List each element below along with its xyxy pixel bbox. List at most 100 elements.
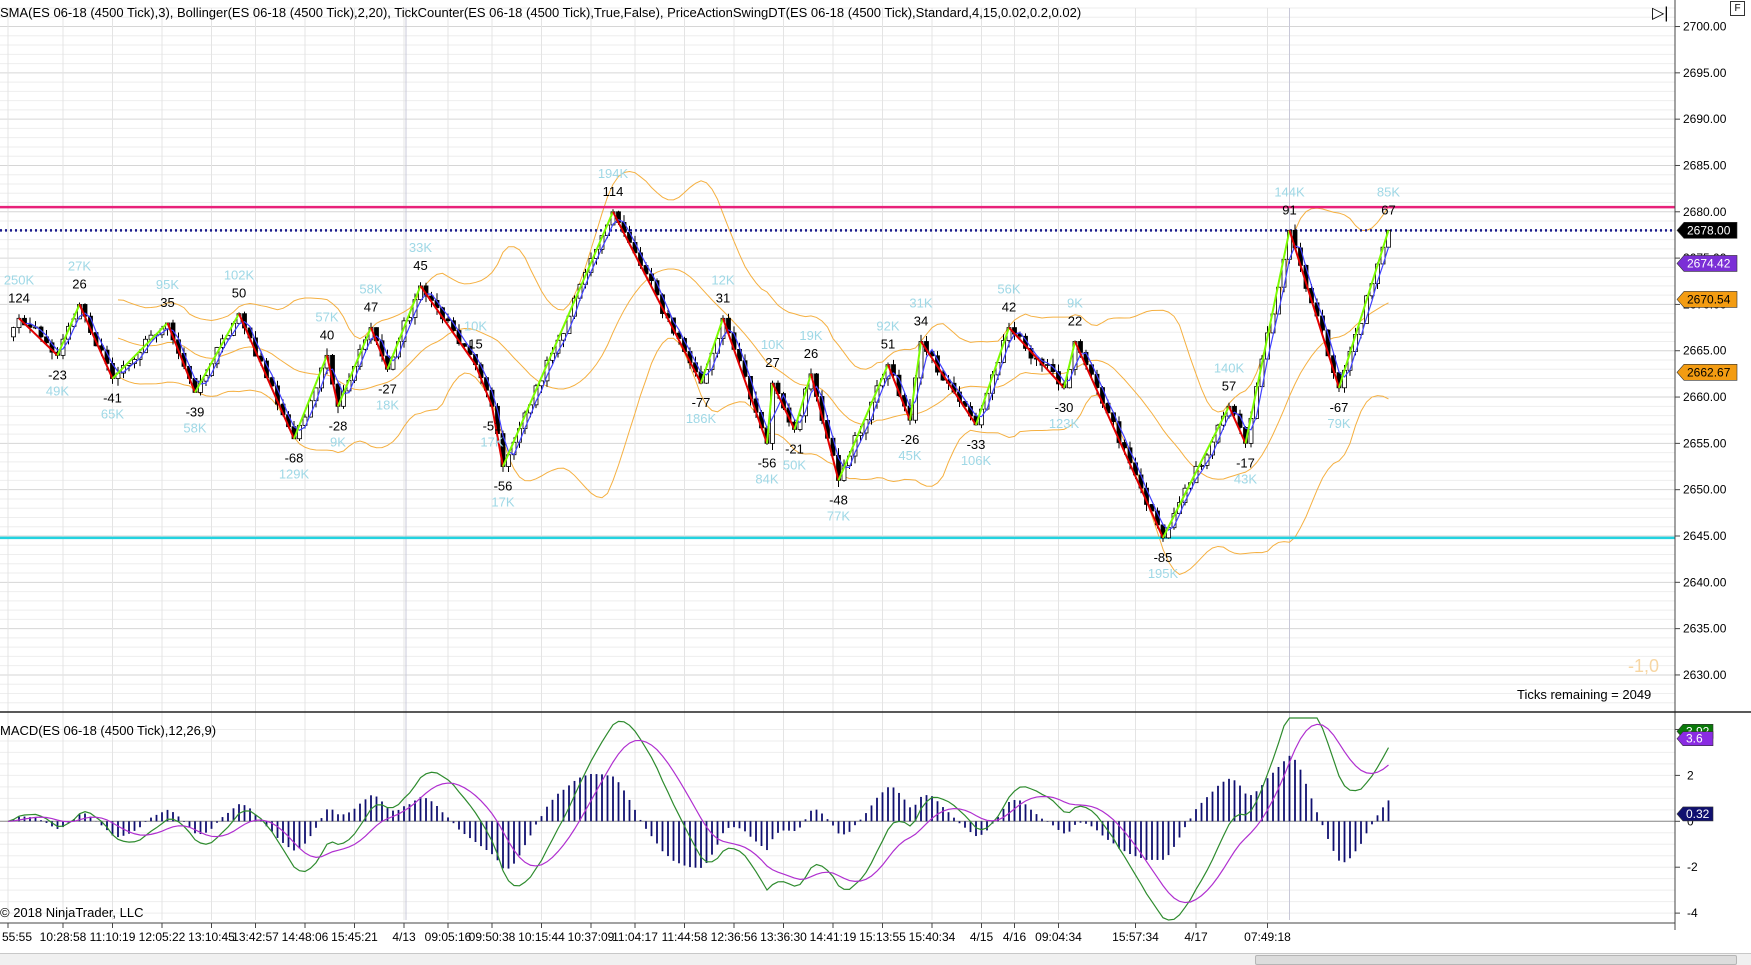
price-tick-label: 2700.00: [1683, 20, 1727, 34]
swing-label: 22: [1068, 313, 1082, 328]
chart-canvas: 250K12449K-2327K2665K-4195K3558K-39102K5…: [0, 0, 1751, 944]
swing-volume-label: 102K: [224, 268, 255, 283]
swing-label: 45: [413, 258, 427, 273]
macd-tick-label: -4: [1687, 906, 1698, 920]
macd-signal-line: [7, 723, 1389, 904]
swing-volume-label: 19K: [799, 328, 822, 343]
swing-label: 57: [1222, 378, 1236, 393]
time-tick-label: 07:49:18: [1244, 930, 1291, 944]
swing-volume-label: 10K: [464, 319, 487, 334]
price-flag: 2662.67: [1676, 364, 1738, 381]
time-tick-label: 09:04:34: [1035, 930, 1082, 944]
price-tick-label: 2640.00: [1683, 575, 1727, 589]
swing-label: 35: [160, 295, 174, 310]
time-tick-label: 15:13:55: [859, 930, 906, 944]
swing-volume-label: 12K: [711, 272, 734, 287]
time-tick-label: 15:40:34: [909, 930, 956, 944]
swing-volume-label: 17K: [491, 495, 514, 510]
swing-label: 26: [72, 276, 86, 291]
sma-polyline: [24, 219, 1390, 531]
candle-body: [445, 318, 451, 322]
time-tick-label: 15:45:21: [331, 930, 378, 944]
bollinger-middle: [117, 268, 1389, 480]
price-tick-label: 2690.00: [1683, 112, 1727, 126]
swing-label: 124: [8, 290, 30, 305]
swing-volume-label: 65K: [101, 407, 124, 422]
time-axis[interactable]: 55:55 10:28:58 11:10:19 12:05:22 13:10:4513:…: [2, 923, 1291, 944]
price-tick-label: 2665.00: [1683, 344, 1727, 358]
panel-frames: [0, 0, 1751, 930]
time-tick-label: 11:44:58: [662, 930, 708, 944]
swing-volume-label: 79K: [1327, 416, 1350, 431]
time-tick-label: 09:50:38: [469, 930, 516, 944]
swing-label: 91: [1282, 202, 1296, 217]
swing-volume-label: 9K: [330, 434, 346, 449]
swing-volume-label: 31K: [909, 295, 932, 310]
price-tick-label: 2635.00: [1683, 622, 1727, 636]
swing-volume-label: 92K: [876, 319, 899, 334]
swing-volume-label: 49K: [46, 383, 69, 398]
time-tick-label: 12:36:56: [711, 930, 758, 944]
swing-label: 114: [603, 184, 624, 199]
swing-label: 15: [468, 337, 482, 352]
swing-label: -26: [901, 432, 920, 447]
macd-flag: 3.6: [1676, 731, 1714, 746]
swing-segment: [810, 373, 840, 481]
swing-volume-label: 85K: [1377, 184, 1400, 199]
swing-volume-label: 95K: [156, 277, 179, 292]
time-tick-label: 15:57:34: [1112, 930, 1159, 944]
swing-segment: [920, 340, 977, 426]
swing-volume-label: 140K: [1214, 360, 1245, 375]
candle-body: [11, 327, 16, 338]
swing-volume-label: 123K: [1049, 416, 1080, 431]
macd-tick-label: -2: [1687, 860, 1698, 874]
swing-segment: [612, 211, 702, 384]
time-tick-label: 4/16: [1003, 930, 1027, 944]
swing-volume-label: 43K: [1234, 471, 1257, 486]
swing-label: -41: [103, 391, 122, 406]
price-axis[interactable]: 2700.002695.002690.002685.002680.002675.…: [1675, 20, 1727, 921]
swing-label: 42: [1002, 300, 1016, 315]
faint-overlay-value: -1,0: [1628, 656, 1659, 676]
horizontal-scrollbar[interactable]: [0, 953, 1751, 965]
time-tick-label: 13:10:45: [188, 930, 235, 944]
swing-label: -23: [48, 367, 67, 382]
time-tick-label: 14:48:06: [282, 930, 329, 944]
swing-segment: [1288, 230, 1340, 389]
swing-label: 47: [364, 300, 378, 315]
collapse-panel-icon[interactable]: ▷|: [1652, 5, 1668, 22]
price-flag-label: 2674.42: [1687, 256, 1731, 270]
price-tick-label: 2650.00: [1683, 483, 1727, 497]
swing-label: 31: [716, 290, 730, 305]
swing-segment: [975, 327, 1010, 426]
swing-volume-label: 33K: [409, 240, 432, 255]
price-indicator-label: SMA(ES 06-18 (4500 Tick),3), Bollinger(E…: [0, 5, 1081, 20]
price-flag-label: 2670.54: [1687, 292, 1731, 306]
swing-volume-label: 45K: [898, 448, 921, 463]
price-flag: 2678.00: [1676, 222, 1738, 239]
swing-label: -51: [483, 418, 502, 433]
swing-label: 34: [914, 313, 928, 328]
price-flag-label: 2678.00: [1687, 223, 1731, 237]
price-flag: 2670.54: [1676, 291, 1738, 308]
swing-volume-label: 58K: [183, 420, 206, 435]
bollinger-bands: [117, 170, 1389, 576]
swing-label: -39: [186, 404, 205, 419]
price-tick-label: 2680.00: [1683, 205, 1727, 219]
swing-label: -85: [1154, 550, 1173, 565]
swing-volume-label: 58K: [359, 282, 382, 297]
time-tick-label: 09:05:16: [425, 930, 472, 944]
horizontal-lines: [0, 205, 1675, 540]
swing-segment: [56, 304, 81, 356]
time-tick-label: 10:15:44: [518, 930, 565, 944]
swing-volume-label: 195K: [1148, 566, 1179, 581]
corner-f-button[interactable]: F: [1730, 1, 1745, 16]
swing-label: -33: [967, 437, 986, 452]
swing-volume-label: 84K: [755, 471, 778, 486]
time-tick-label: 4/15: [970, 930, 994, 944]
swing-volume-label: 106K: [961, 453, 992, 468]
swing-label: 27: [765, 355, 779, 370]
swing-volume-label: 17K: [480, 434, 503, 449]
swing-label: -56: [758, 455, 777, 470]
ticks-remaining-label: Ticks remaining = 2049: [1517, 687, 1651, 702]
